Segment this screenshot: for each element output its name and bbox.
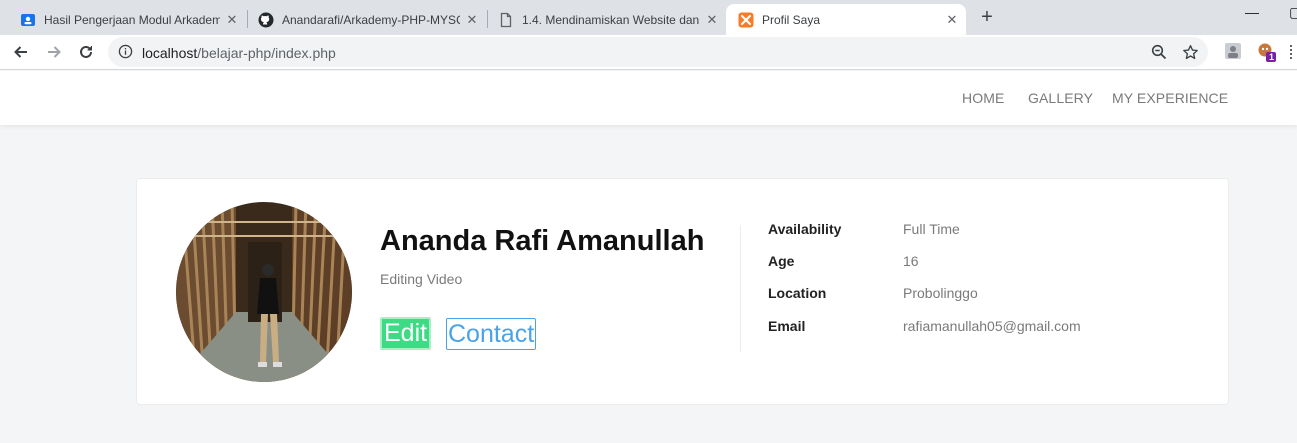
contact-button[interactable]: Contact <box>446 318 537 350</box>
avatar <box>176 202 352 382</box>
tab-title: Profil Saya <box>762 12 821 27</box>
close-icon[interactable]: ✕ <box>704 12 720 28</box>
forward-icon[interactable] <box>42 40 66 64</box>
nav-link-gallery[interactable]: GALLERY <box>1028 90 1093 106</box>
nav-link-home[interactable]: HOME <box>962 90 1004 106</box>
detail-value-age: 16 <box>903 253 919 269</box>
minimize-icon[interactable]: — <box>1245 4 1259 20</box>
browser-tab-3[interactable]: 1.4. Mendinamiskan Website dan ✕ <box>478 4 726 35</box>
info-icon[interactable] <box>118 44 133 64</box>
detail-value-availability: Full Time <box>903 221 960 237</box>
url-host: localhost <box>142 45 198 61</box>
detail-label-age: Age <box>768 253 795 269</box>
divider <box>740 225 741 352</box>
tab-title: Hasil Pengerjaan Modul Arkademy <box>44 12 220 27</box>
nav-link-my-experience[interactable]: MY EXPERIENCE <box>1112 90 1228 106</box>
detail-value-location: Probolinggo <box>903 285 978 301</box>
extension-badge-icon[interactable]: 1 <box>1257 42 1276 62</box>
browser-tab-active[interactable]: Profil Saya ✕ <box>726 4 966 35</box>
profile-card: Ananda Rafi Amanullah Editing Video Edit… <box>136 178 1229 405</box>
close-icon[interactable]: ✕ <box>944 12 960 28</box>
classroom-icon <box>20 12 36 28</box>
browser-toolbar: localhost/belajar-php/index.php 1 <box>0 35 1297 70</box>
menu-icon[interactable] <box>1290 45 1292 59</box>
browser-tab-2[interactable]: Anandarafi/Arkademy-PHP-MYSQL ✕ <box>238 4 486 35</box>
extension-icon[interactable] <box>1224 42 1242 60</box>
address-bar[interactable]: localhost/belajar-php/index.php <box>108 37 1208 67</box>
site-navbar: HOME GALLERY MY EXPERIENCE <box>0 71 1297 125</box>
extension-badge-count: 1 <box>1269 52 1275 62</box>
github-icon <box>258 12 274 28</box>
xampp-icon <box>738 12 754 28</box>
detail-label-location: Location <box>768 285 827 301</box>
url-path: /belajar-php/index.php <box>197 45 336 61</box>
profile-name: Ananda Rafi Amanullah <box>380 225 705 257</box>
profile-role: Editing Video <box>380 271 463 287</box>
detail-label-email: Email <box>768 318 806 334</box>
tab-title: 1.4. Mendinamiskan Website dan <box>522 12 700 27</box>
browser-tab-1[interactable]: Hasil Pengerjaan Modul Arkademy ✕ <box>0 4 246 35</box>
detail-label-availability: Availability <box>768 221 842 237</box>
url-text: localhost/belajar-php/index.php <box>142 45 336 61</box>
edit-button[interactable]: Edit <box>380 317 432 350</box>
reload-icon[interactable] <box>74 40 98 64</box>
document-icon <box>498 12 514 28</box>
detail-value-email: rafiamanullah05@gmail.com <box>903 318 1081 334</box>
browser-tab-strip: Hasil Pengerjaan Modul Arkademy ✕ Ananda… <box>0 0 1297 35</box>
tab-title: Anandarafi/Arkademy-PHP-MYSQL <box>282 12 460 27</box>
maximize-icon[interactable]: ▢ <box>1289 4 1297 21</box>
new-tab-icon[interactable]: + <box>976 6 998 28</box>
zoom-icon[interactable] <box>1151 44 1167 65</box>
back-icon[interactable] <box>9 40 33 64</box>
bookmark-star-icon[interactable] <box>1182 44 1199 66</box>
